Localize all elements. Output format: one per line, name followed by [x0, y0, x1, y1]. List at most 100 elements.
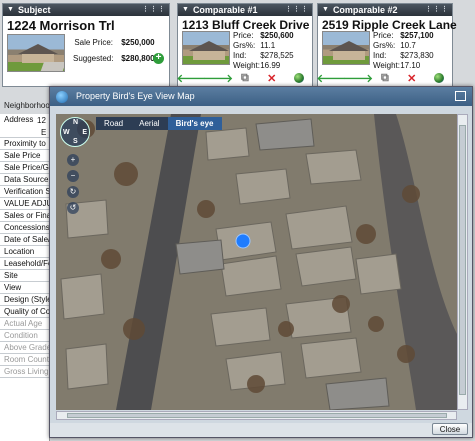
grid-row: Above Grade	[0, 342, 49, 354]
globe-icon	[56, 91, 68, 103]
compass-north[interactable]: N	[73, 119, 78, 126]
map-mode-birdseye[interactable]: Bird's eye	[167, 117, 222, 130]
map-mode-road[interactable]: Road	[96, 117, 131, 130]
subject-card-header[interactable]: ▼ Subject ⋮⋮⋮	[3, 4, 169, 16]
comparable-1-photo[interactable]	[182, 31, 230, 65]
grip-icon[interactable]: ⋮⋮⋮	[285, 4, 309, 16]
comparable-2-header-label: Comparable #2	[332, 5, 398, 15]
close-button[interactable]: Close	[432, 423, 468, 435]
comp2-price-value: $257,100	[400, 31, 434, 40]
comp2-weight-label: Weight:	[373, 61, 400, 70]
comp2-ind-value: $273,830	[400, 51, 434, 60]
vertical-scrollbar[interactable]	[457, 114, 468, 410]
comparable-2-photo[interactable]	[322, 31, 370, 65]
remove-icon[interactable]: ✕	[406, 72, 418, 85]
comp2-grs-value: 10.7	[400, 41, 416, 50]
rotate-left-icon[interactable]: ↺	[67, 202, 79, 214]
comp2-ind-label: Ind:	[373, 51, 387, 60]
subject-header-label: Subject	[17, 5, 51, 15]
comp1-price-label: Price:	[233, 31, 254, 40]
subject-sale-price-row: Sale Price: $250,000	[73, 38, 155, 48]
compass-south[interactable]: S	[73, 138, 78, 145]
comparison-grid: Address Proximity to Sale Price Sale Pri…	[0, 114, 50, 441]
aerial-imagery	[56, 114, 457, 410]
zoom-control: + − ↻ ↺	[67, 154, 81, 218]
maximize-icon[interactable]	[455, 91, 466, 101]
comp2-price-label: Price:	[373, 31, 394, 40]
remove-icon[interactable]: ✕	[266, 72, 278, 85]
globe-icon[interactable]	[433, 72, 445, 84]
address-value-2: E	[41, 128, 47, 137]
chevron-down-icon[interactable]: ▼	[182, 4, 189, 16]
comparable-2-header[interactable]: ▼ Comparable #2 ⋮⋮⋮	[318, 4, 452, 16]
comparable-card-1: ▼ Comparable #1 ⋮⋮⋮ 1213 Bluff Creek Dri…	[177, 3, 313, 87]
add-icon[interactable]: +	[153, 53, 164, 64]
comparable-1-toolbar: 🡐 🡒 ⧉ ✕	[177, 72, 312, 85]
horizontal-scrollbar[interactable]	[56, 411, 457, 420]
comp1-price-value: $250,600	[260, 31, 294, 40]
comp2-grs-label: Grs%:	[373, 41, 396, 50]
grid-row: Date of Sale/T	[0, 234, 49, 246]
grip-icon[interactable]: ⋮⋮⋮	[425, 4, 449, 16]
copy-icon[interactable]: ⧉	[379, 72, 391, 84]
grid-row: Gross Living	[0, 366, 49, 378]
chevron-down-icon[interactable]: ▼	[322, 4, 329, 16]
dialog-titlebar[interactable]: Property Bird's Eye View Map	[50, 87, 472, 106]
subject-photo[interactable]	[7, 34, 65, 72]
comparable-2-details: Price: $257,100 Grs%: 10.7 Ind: $273,830…	[373, 31, 434, 71]
grid-row: Concessions	[0, 222, 49, 234]
comparable-1-header[interactable]: ▼ Comparable #1 ⋮⋮⋮	[178, 4, 312, 16]
comparable-1-details: Price: $250,600 Grs%: 11.1 Ind: $278,525…	[233, 31, 294, 71]
subject-location-pin	[235, 233, 251, 249]
dialog-footer: Close	[50, 423, 472, 437]
subject-card: ▼ Subject ⋮⋮⋮ 1224 Morrison Trl Sale Pri…	[2, 3, 170, 87]
arrow-left-icon[interactable]: 🡐	[177, 72, 207, 85]
globe-icon[interactable]	[293, 72, 305, 84]
copy-icon[interactable]: ⧉	[239, 72, 251, 84]
chevron-down-icon[interactable]: ▼	[7, 4, 14, 16]
rotate-icon[interactable]: ↻	[67, 186, 79, 198]
grid-row: Data Source	[0, 174, 49, 186]
grid-row: Verification S	[0, 186, 49, 198]
sale-price-value: $250,000	[121, 38, 155, 47]
compass-control[interactable]: N S W E	[60, 117, 90, 147]
grid-row: Actual Age	[0, 318, 49, 330]
dialog-title: Property Bird's Eye View Map	[76, 91, 195, 101]
zoom-out-icon[interactable]: −	[67, 170, 79, 182]
arrow-left-icon[interactable]: 🡐	[317, 72, 347, 85]
scroll-thumb[interactable]	[67, 413, 447, 418]
sale-price-label: Sale Price:	[74, 38, 113, 47]
comp1-grs-label: Grs%:	[233, 41, 256, 50]
birds-eye-map[interactable]: N S W E + − ↻ ↺ Road Aerial Bird's eye	[56, 114, 457, 410]
map-mode-aerial[interactable]: Aerial	[131, 117, 167, 130]
grip-icon[interactable]: ⋮⋮⋮	[142, 4, 166, 16]
arrow-right-icon[interactable]: 🡒	[343, 72, 373, 85]
birds-eye-map-dialog: Property Bird's Eye View Map N S W E + −…	[49, 86, 473, 438]
scroll-thumb[interactable]	[459, 125, 466, 395]
grid-row: Sales or Finar	[0, 210, 49, 222]
grid-row: View	[0, 282, 49, 294]
grid-row: Sale Price	[0, 150, 49, 162]
map-mode-bar: Road Aerial Bird's eye	[96, 117, 222, 130]
comparable-1-header-label: Comparable #1	[192, 5, 258, 15]
grid-row: Sale Price/Gr	[0, 162, 49, 174]
comp1-ind-value: $278,525	[260, 51, 294, 60]
grid-row: Proximity to	[0, 138, 49, 150]
grid-row: Location	[0, 246, 49, 258]
comp2-weight-value: 17.10	[400, 61, 421, 70]
compass-west[interactable]: W	[63, 129, 70, 136]
grid-row: Condition	[0, 330, 49, 342]
grid-row: Quality of Con	[0, 306, 49, 318]
subject-address: 1224 Morrison Trl	[7, 18, 115, 33]
comp1-ind-label: Ind:	[233, 51, 247, 60]
address-value: 12	[37, 116, 46, 125]
grid-row: Leasehold/Fee	[0, 258, 49, 270]
compass-east[interactable]: E	[82, 129, 87, 136]
suggested-label: Suggested:	[73, 54, 114, 63]
comparable-2-toolbar: 🡐 🡒 ⧉ ✕	[317, 72, 452, 85]
grid-row: VALUE ADJUS	[0, 198, 49, 210]
zoom-in-icon[interactable]: +	[67, 154, 79, 166]
arrow-right-icon[interactable]: 🡒	[203, 72, 233, 85]
comp1-weight-label: Weight:	[233, 61, 260, 70]
grid-row: Site	[0, 270, 49, 282]
